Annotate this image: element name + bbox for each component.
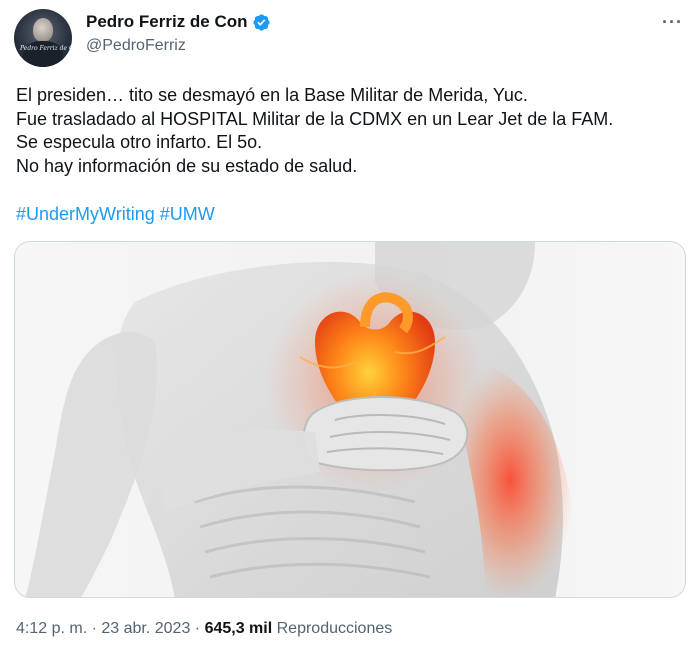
tweet-text-line: Fue trasladado al HOSPITAL Militar de la… [16,108,614,129]
media-image[interactable] [14,241,686,598]
verified-badge-icon [252,13,271,32]
tweet-meta: 4:12 p. m. · 23 abr. 2023 · 645,3 mil Re… [16,620,392,638]
meta-separator: · [87,620,102,637]
author-name-row: Pedro Ferriz de Con [86,12,271,32]
views-count: 645,3 mil [204,620,273,637]
author-handle[interactable]: @PedroFerriz [86,37,186,55]
tweet-text: El presiden… tito se desmayó en la Base … [16,84,686,178]
tweet-text-line: El presiden… tito se desmayó en la Base … [16,85,528,105]
tweet-text-line: Se especula otro infarto. El 5o. [16,132,263,152]
tweet-time[interactable]: 4:12 p. m. [16,620,87,637]
views-label: Reproducciones [276,620,393,637]
heart-attack-illustration [25,242,575,597]
avatar-signature: Pedro Ferriz de Con [20,45,72,52]
more-icon[interactable]: ··· [662,12,683,33]
hashtags: #UnderMyWriting #UMW [16,204,215,225]
hashtag-link[interactable]: #UnderMyWriting [16,204,155,224]
author-display-name[interactable]: Pedro Ferriz de Con [86,12,248,32]
tweet-date[interactable]: 23 abr. 2023 [101,620,190,637]
avatar-face [33,18,53,42]
hashtag-link[interactable]: #UMW [160,204,215,224]
tweet: Pedro Ferriz de Con Pedro Ferriz de Con … [0,0,700,647]
tweet-text-line: No hay información de su estado de salud… [16,155,358,176]
meta-separator: · [190,620,205,637]
avatar[interactable]: Pedro Ferriz de Con [14,9,72,67]
